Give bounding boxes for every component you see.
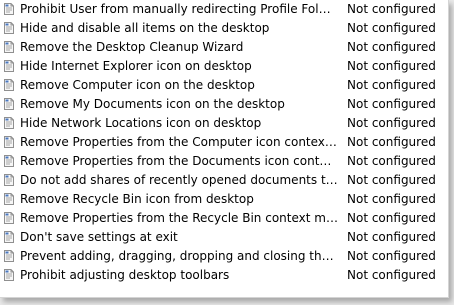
policy-setting-row[interactable]: Prevent adding, dragging, dropping and c… xyxy=(0,247,448,266)
policy-setting-name: Hide Internet Explorer icon on desktop xyxy=(20,59,252,73)
policy-setting-row[interactable]: Hide Network Locations icon on desktop No… xyxy=(0,114,448,133)
policy-settings-panel: Prohibit User from manually redirecting … xyxy=(0,0,449,298)
policy-setting-row[interactable]: Do not add shares of recently opened doc… xyxy=(0,171,448,190)
policy-setting-state: Not configured xyxy=(347,59,436,73)
policy-setting-row[interactable]: Remove Properties from the Computer icon… xyxy=(0,133,448,152)
policy-setting-row[interactable]: Remove Properties from the Documents ico… xyxy=(0,152,448,171)
policy-setting-row[interactable]: Don't save settings at exit Not configure… xyxy=(0,228,448,247)
policy-setting-name: Remove Recycle Bin icon from desktop xyxy=(20,192,254,206)
policy-setting-state: Not configured xyxy=(347,40,436,54)
policy-setting-name: Remove Properties from the Documents ico… xyxy=(20,154,338,168)
policy-setting-icon xyxy=(2,211,16,225)
policy-setting-row[interactable]: Prohibit User from manually redirecting … xyxy=(0,0,448,19)
policy-setting-icon xyxy=(2,21,16,35)
policy-setting-state: Not configured xyxy=(347,173,436,187)
policy-setting-icon xyxy=(2,268,16,282)
policy-setting-name: Prohibit User from manually redirecting … xyxy=(20,2,338,16)
policy-setting-icon xyxy=(2,192,16,206)
policy-setting-icon xyxy=(2,173,16,187)
policy-setting-row[interactable]: Hide and disable all items on the deskto… xyxy=(0,19,448,38)
policy-setting-name: Prevent adding, dragging, dropping and c… xyxy=(20,249,338,263)
policy-setting-row[interactable]: Prohibit adjusting desktop toolbars Not c… xyxy=(0,266,448,285)
policy-setting-icon xyxy=(2,97,16,111)
policy-setting-name: Don't save settings at exit xyxy=(20,230,178,244)
policy-setting-row[interactable]: Hide Internet Explorer icon on desktop No… xyxy=(0,57,448,76)
policy-setting-icon xyxy=(2,78,16,92)
policy-setting-state: Not configured xyxy=(347,21,436,35)
policy-setting-state: Not configured xyxy=(347,154,436,168)
policy-setting-state: Not configured xyxy=(347,97,436,111)
policy-setting-icon xyxy=(2,40,16,54)
policy-setting-name: Hide and disable all items on the deskto… xyxy=(20,21,270,35)
policy-setting-row[interactable]: Remove Properties from the Recycle Bin c… xyxy=(0,209,448,228)
policy-setting-name: Remove Properties from the Recycle Bin c… xyxy=(20,211,338,225)
policy-setting-state: Not configured xyxy=(347,249,436,263)
policy-setting-icon xyxy=(2,249,16,263)
policy-setting-name: Remove Computer icon on the desktop xyxy=(20,78,255,92)
policy-setting-row[interactable]: Remove Computer icon on the desktop Not c… xyxy=(0,76,448,95)
policy-setting-row[interactable]: Remove My Documents icon on the desktop N… xyxy=(0,95,448,114)
policy-setting-row[interactable]: Remove the Desktop Cleanup Wizard Not con… xyxy=(0,38,448,57)
policy-setting-icon xyxy=(2,59,16,73)
policy-setting-state: Not configured xyxy=(347,116,436,130)
policy-setting-state: Not configured xyxy=(347,2,436,16)
policy-setting-state: Not configured xyxy=(347,135,436,149)
policy-setting-name: Remove the Desktop Cleanup Wizard xyxy=(20,40,244,54)
policy-settings-list: Prohibit User from manually redirecting … xyxy=(0,0,448,285)
policy-setting-name: Do not add shares of recently opened doc… xyxy=(20,173,338,187)
policy-setting-icon xyxy=(2,135,16,149)
policy-setting-row[interactable]: Remove Recycle Bin icon from desktop Not … xyxy=(0,190,448,209)
policy-setting-icon xyxy=(2,230,16,244)
policy-setting-icon xyxy=(2,154,16,168)
policy-setting-icon xyxy=(2,116,16,130)
policy-setting-icon xyxy=(2,2,16,16)
policy-setting-name: Prohibit adjusting desktop toolbars xyxy=(20,268,230,282)
policy-setting-state: Not configured xyxy=(347,192,436,206)
policy-setting-state: Not configured xyxy=(347,78,436,92)
policy-setting-name: Remove Properties from the Computer icon… xyxy=(20,135,338,149)
policy-setting-state: Not configured xyxy=(347,230,436,244)
policy-setting-name: Remove My Documents icon on the desktop xyxy=(20,97,285,111)
policy-setting-name: Hide Network Locations icon on desktop xyxy=(20,116,262,130)
policy-setting-state: Not configured xyxy=(347,268,436,282)
policy-setting-state: Not configured xyxy=(347,211,436,225)
